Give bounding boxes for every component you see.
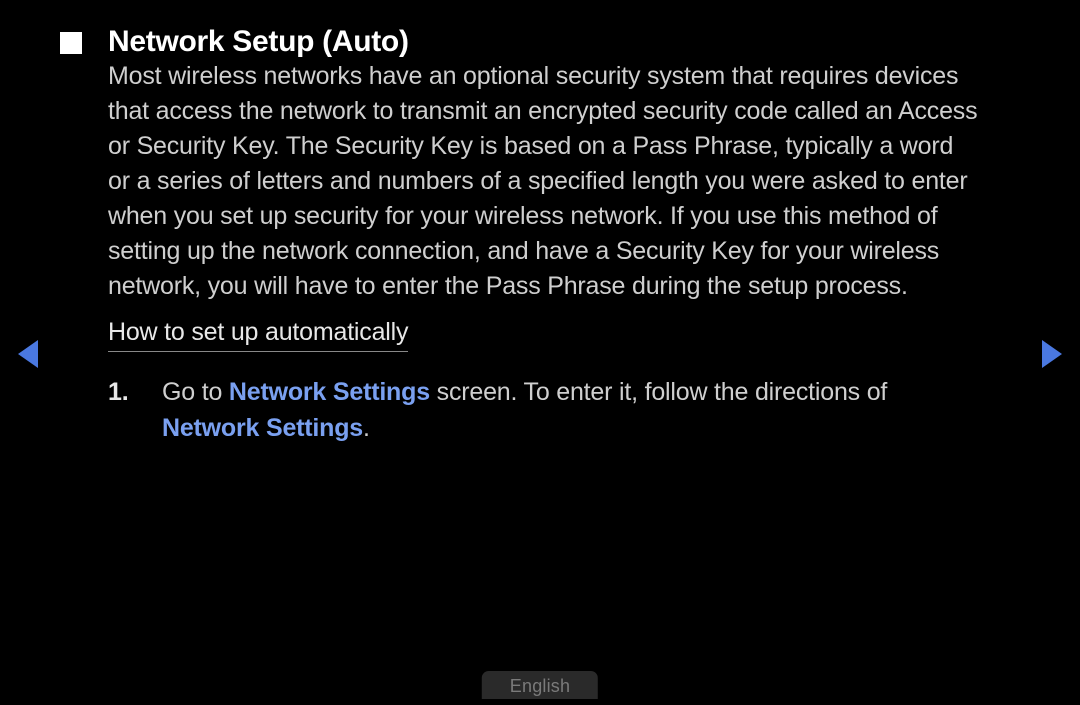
intro-paragraph: Most wireless networks have an optional … — [108, 59, 1020, 304]
step-body: Go to Network Settings screen. To enter … — [162, 374, 1020, 447]
subheading: How to set up automatically — [108, 318, 408, 352]
page-title: Network Setup (Auto) — [108, 25, 1020, 59]
previous-page-arrow-icon[interactable] — [18, 340, 38, 368]
step-text-1: Go to — [162, 378, 229, 406]
bullet-icon — [60, 32, 82, 54]
page-content: Network Setup (Auto) Most wireless netwo… — [0, 0, 1080, 447]
step-text-3: . — [363, 414, 370, 442]
step-number: 1. — [108, 374, 162, 447]
next-page-arrow-icon[interactable] — [1042, 340, 1062, 368]
link-network-settings-2[interactable]: Network Settings — [162, 414, 363, 442]
language-button[interactable]: English — [482, 671, 598, 699]
step-text-2: screen. To enter it, follow the directio… — [430, 378, 887, 406]
link-network-settings-1[interactable]: Network Settings — [229, 378, 430, 406]
step-row: 1. Go to Network Settings screen. To ent… — [108, 374, 1020, 447]
